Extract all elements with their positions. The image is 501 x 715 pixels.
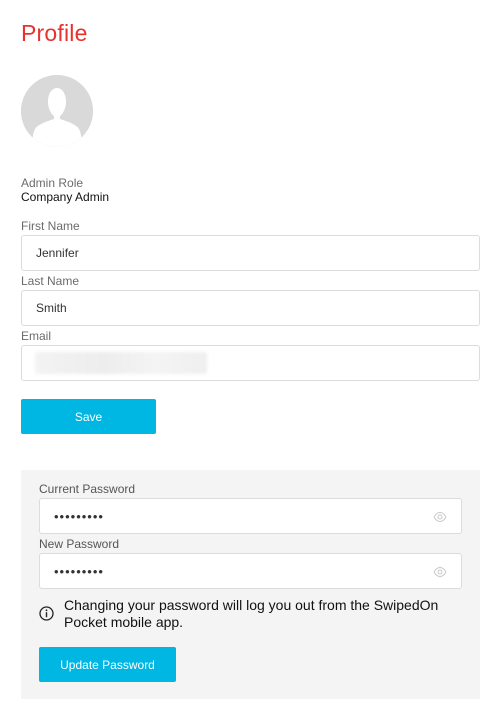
last-name-label: Last Name — [21, 274, 80, 288]
redacted-email-value — [35, 352, 207, 374]
change-password-panel: Current Password New Password Changing y… — [21, 470, 480, 699]
password-info-text: Changing your password will log you out … — [64, 597, 439, 630]
first-name-label: First Name — [21, 219, 80, 233]
email-field-wrapper — [21, 345, 480, 381]
first-name-field-wrapper — [21, 235, 480, 271]
email-label: Email — [21, 329, 52, 343]
new-password-input[interactable] — [40, 554, 461, 588]
current-password-label: Current Password — [39, 482, 136, 496]
first-name-input[interactable] — [22, 236, 479, 270]
eye-icon[interactable] — [433, 510, 447, 524]
admin-role-label: Admin Role — [21, 176, 84, 190]
new-password-label: New Password — [39, 537, 120, 551]
current-password-input[interactable] — [40, 499, 461, 533]
new-password-field-wrapper — [39, 553, 462, 589]
avatar[interactable] — [21, 75, 93, 147]
info-icon — [39, 606, 54, 621]
update-password-button[interactable]: Update Password — [39, 647, 176, 682]
current-password-field-wrapper — [39, 498, 462, 534]
last-name-field-wrapper — [21, 290, 480, 326]
eye-icon[interactable] — [433, 565, 447, 579]
admin-role-value: Company Admin — [21, 190, 110, 204]
page-title: Profile — [21, 20, 88, 46]
last-name-input[interactable] — [22, 291, 479, 325]
user-silhouette-icon — [21, 75, 93, 147]
save-button[interactable]: Save — [21, 399, 156, 434]
